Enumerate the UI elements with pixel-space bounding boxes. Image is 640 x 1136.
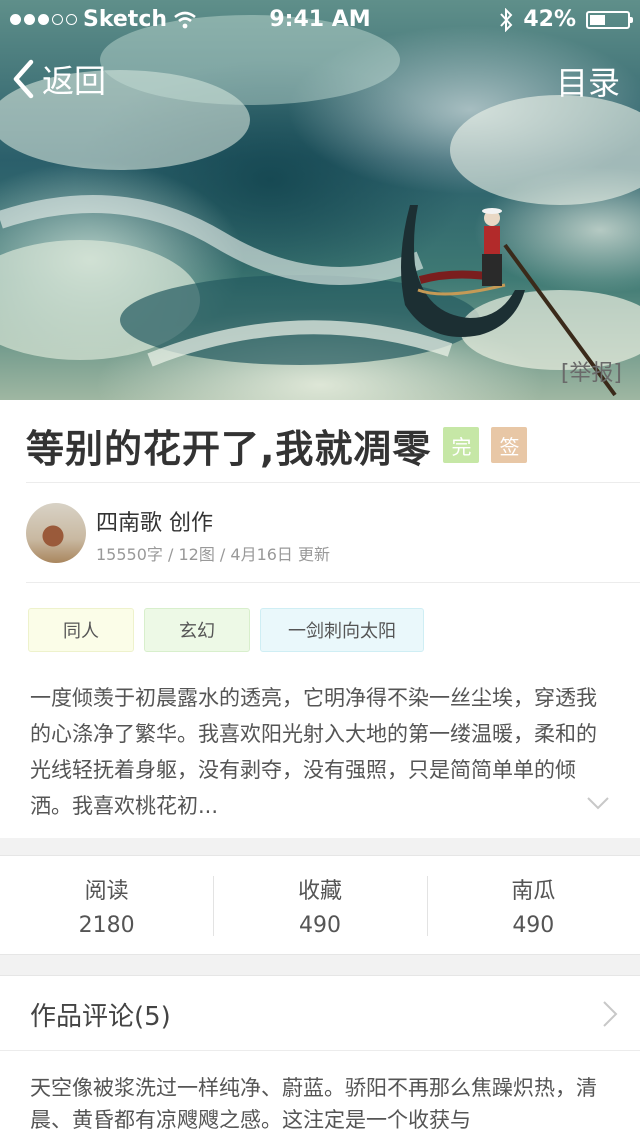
completed-badge: 完 bbox=[443, 427, 480, 463]
comment-preview[interactable]: 天空像被浆洗过一样纯净、蔚蓝。骄阳不再那么焦躁炽热，清晨、黄昏都有凉飕飕之感。这… bbox=[30, 1072, 620, 1136]
stat-value: 490 bbox=[298, 912, 341, 938]
tag-list: 同人 玄幻 一剑刺向太阳 bbox=[28, 608, 424, 652]
battery-percent: 42% bbox=[523, 7, 576, 32]
bluetooth-icon bbox=[500, 7, 513, 32]
author-name: 四南歌 创作 bbox=[96, 511, 213, 536]
book-meta: 15550字 / 12图 / 4月16日 更新 bbox=[96, 545, 331, 564]
avatar[interactable] bbox=[26, 503, 86, 563]
section-separator bbox=[0, 955, 640, 975]
report-link[interactable]: [举报] bbox=[561, 355, 622, 387]
divider bbox=[26, 482, 640, 483]
stat-label: 南瓜 bbox=[511, 878, 556, 904]
stat-pumpkins[interactable]: 南瓜 490 bbox=[426, 856, 640, 954]
back-label: 返回 bbox=[42, 62, 107, 100]
tag-item[interactable]: 一剑刺向太阳 bbox=[260, 608, 424, 652]
stat-value: 2180 bbox=[78, 912, 135, 938]
battery-icon bbox=[586, 10, 633, 29]
stat-label: 阅读 bbox=[84, 878, 129, 904]
signed-badge: 签 bbox=[491, 427, 528, 463]
stats-bar: 阅读 2180 收藏 490 南瓜 490 bbox=[0, 855, 640, 955]
book-description: 一度倾羡于初晨露水的透亮，它明净得不染一丝尘埃，穿透我的心涤净了繁华。我喜欢阳光… bbox=[30, 686, 597, 818]
stat-reads: 阅读 2180 bbox=[0, 856, 213, 954]
section-separator bbox=[0, 838, 640, 855]
chevron-down-icon[interactable] bbox=[586, 796, 610, 810]
chevron-right-icon bbox=[603, 1001, 618, 1027]
divider bbox=[26, 582, 640, 583]
table-of-contents-button[interactable]: 目录 bbox=[556, 58, 620, 104]
comments-header[interactable]: 作品评论(5) bbox=[0, 975, 640, 1051]
author-row[interactable]: 四南歌 创作 15550字 / 12图 / 4月16日 更新 bbox=[26, 503, 620, 565]
comments-title: 作品评论(5) bbox=[30, 1002, 171, 1032]
back-chevron-icon bbox=[13, 59, 34, 99]
tag-item[interactable]: 玄幻 bbox=[144, 608, 250, 652]
tag-item[interactable]: 同人 bbox=[28, 608, 134, 652]
book-title: 等别的花开了,我就凋零 bbox=[26, 426, 432, 471]
status-bar: Sketch 9:41 AM 42% bbox=[0, 0, 640, 40]
stat-value: 490 bbox=[512, 912, 555, 938]
stat-favorites[interactable]: 收藏 490 bbox=[213, 856, 426, 954]
back-button[interactable]: 返回 bbox=[12, 56, 106, 102]
title-row: 等别的花开了,我就凋零 完 签 bbox=[26, 420, 620, 471]
stat-label: 收藏 bbox=[297, 878, 342, 904]
battery-fill bbox=[590, 14, 606, 25]
